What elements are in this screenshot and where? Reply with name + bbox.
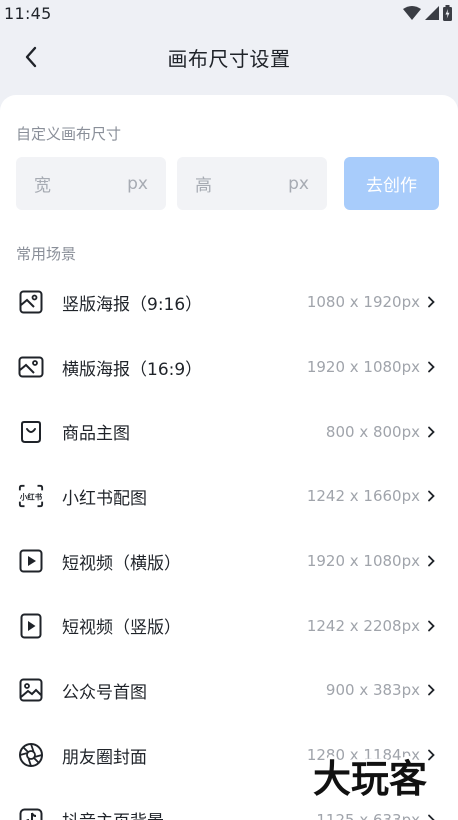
chevron-right-icon: [426, 554, 436, 568]
header: 画布尺寸设置: [0, 26, 458, 88]
status-bar: 11:45: [0, 0, 458, 26]
scene-item[interactable]: 短视频（横版） 1920 x 1080px: [0, 529, 458, 594]
battery-icon: [443, 5, 452, 21]
height-input[interactable]: 高 px: [177, 157, 327, 210]
scene-size: 1242 x 2208px: [306, 616, 420, 635]
chevron-right-icon: [426, 683, 436, 697]
scene-name: 横版海报（16:9）: [62, 359, 203, 380]
scene-size: 1242 x 1660px: [306, 487, 420, 506]
settings-card: 自定义画布尺寸 宽 px 高 px 去创作 常用场景 竖版海报（9:16） 10…: [0, 95, 458, 820]
height-unit: px: [288, 173, 309, 194]
landscape-poster-icon: [18, 354, 44, 380]
scene-size: 1920 x 1080px: [306, 358, 420, 377]
scene-name: 商品主图: [62, 424, 130, 445]
width-input[interactable]: 宽 px: [16, 157, 166, 210]
video-play-icon: [18, 613, 44, 639]
scene-size: 800 x 800px: [325, 422, 420, 441]
scene-item[interactable]: 公众号首图 900 x 383px: [0, 658, 458, 723]
scenes-label: 常用场景: [16, 245, 77, 263]
video-play-icon: [18, 548, 44, 574]
scene-name: 短视频（横版）: [62, 553, 181, 574]
chevron-right-icon: [426, 360, 436, 374]
scene-item[interactable]: 短视频（竖版） 1242 x 2208px: [0, 593, 458, 658]
scene-item[interactable]: 商品主图 800 x 800px: [0, 399, 458, 464]
back-button[interactable]: [14, 40, 48, 74]
scene-size: 1125 x 633px: [316, 810, 420, 820]
douyin-icon: [18, 807, 44, 820]
chevron-left-icon: [25, 46, 37, 68]
scene-name: 短视频（竖版）: [62, 618, 181, 639]
status-time: 11:45: [4, 3, 52, 23]
scene-item[interactable]: 竖版海报（9:16） 1080 x 1920px: [0, 270, 458, 335]
scene-name: 公众号首图: [62, 682, 147, 703]
width-placeholder: 宽: [34, 176, 51, 196]
image-icon: [18, 677, 44, 703]
scene-name: 竖版海报（9:16）: [62, 294, 203, 315]
chevron-right-icon: [426, 619, 436, 633]
aperture-icon: [18, 742, 44, 768]
scene-size: 1080 x 1920px: [306, 293, 420, 312]
scene-item[interactable]: 横版海报（16:9） 1920 x 1080px: [0, 335, 458, 400]
xiaohongshu-icon-text: 小红书: [20, 492, 43, 502]
chevron-right-icon: [426, 425, 436, 439]
scene-list: 竖版海报（9:16） 1080 x 1920px 横版海报（16:9） 1920…: [0, 270, 458, 820]
custom-size-label: 自定义画布尺寸: [16, 125, 122, 143]
chevron-right-icon: [426, 813, 436, 820]
scene-item[interactable]: 小红书 小红书配图 1242 x 1660px: [0, 464, 458, 529]
portrait-poster-icon: [18, 289, 44, 315]
scene-size: 900 x 383px: [325, 681, 420, 700]
scene-name: 朋友圈封面: [62, 747, 147, 768]
shopping-bag-icon: [18, 419, 44, 445]
scene-name: 抖音主页背景: [62, 807, 164, 820]
scene-size: 1920 x 1080px: [306, 552, 420, 571]
watermark-logo: 大玩客 大玩客: [300, 752, 440, 804]
svg-text:大玩客: 大玩客: [313, 757, 427, 801]
xiaohongshu-icon: 小红书: [18, 483, 44, 509]
signal-icon: [425, 6, 439, 20]
page-title: 画布尺寸设置: [167, 46, 291, 71]
create-button[interactable]: 去创作: [344, 157, 439, 210]
scene-name: 小红书配图: [62, 488, 147, 509]
height-placeholder: 高: [195, 176, 212, 196]
chevron-right-icon: [426, 489, 436, 503]
chevron-right-icon: [426, 295, 436, 309]
status-icons: [403, 5, 452, 21]
width-unit: px: [127, 173, 148, 194]
wifi-icon: [403, 6, 421, 20]
